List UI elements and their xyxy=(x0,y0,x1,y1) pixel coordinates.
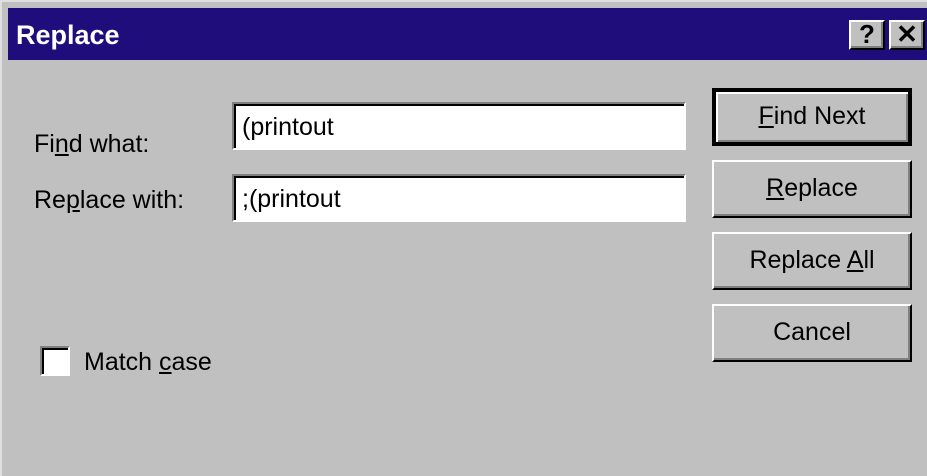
close-icon: ✕ xyxy=(896,19,918,49)
replace-all-button[interactable]: Replace All xyxy=(712,232,912,290)
help-icon: ? xyxy=(859,19,875,49)
cancel-button[interactable]: Cancel xyxy=(712,304,912,362)
replace-with-label: Replace with: xyxy=(34,186,185,214)
find-what-label: Find what: xyxy=(34,130,150,158)
close-button[interactable]: ✕ xyxy=(889,20,925,50)
help-button[interactable]: ? xyxy=(849,20,885,50)
replace-dialog: Replace ? ✕ Find what: (printout Replace… xyxy=(0,0,927,476)
replace-with-value: ;(printout xyxy=(242,185,341,213)
match-case-checkbox[interactable] xyxy=(40,346,70,376)
dialog-title: Replace xyxy=(16,20,120,50)
title-bar[interactable]: Replace ? ✕ xyxy=(8,8,927,60)
find-what-value: (printout xyxy=(242,113,334,141)
replace-button[interactable]: Replace xyxy=(712,160,912,218)
replace-with-input[interactable]: ;(printout xyxy=(232,174,686,222)
find-what-input[interactable]: (printout xyxy=(232,102,686,150)
match-case-label[interactable]: Match case xyxy=(84,348,212,377)
find-next-button[interactable]: Find Next xyxy=(712,88,912,146)
